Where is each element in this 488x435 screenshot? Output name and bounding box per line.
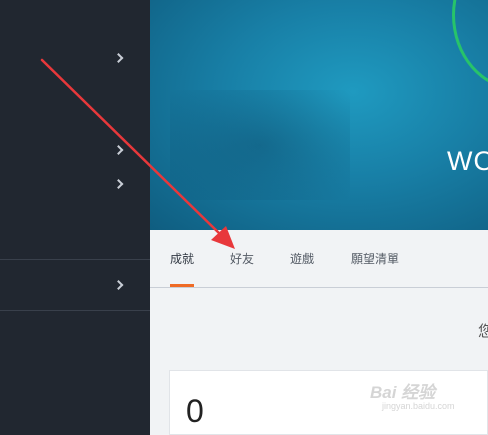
profile-banner: WO <box>150 0 488 230</box>
sidebar-item-2[interactable] <box>0 133 150 167</box>
stat-value: 0 <box>186 393 204 429</box>
active-tab-indicator <box>170 284 194 287</box>
chevron-right-icon <box>113 53 124 63</box>
watermark-logo: Bai 经验 <box>370 383 436 402</box>
tab-wishlist[interactable]: 願望清單 <box>351 250 399 267</box>
chevron-right-icon <box>113 280 124 290</box>
watermark-url: jingyan.baidu.com <box>382 401 455 411</box>
banner-shading <box>170 90 350 200</box>
sidebar-divider <box>0 310 150 311</box>
app-window: WO 成就 好友 遊戲 願望清單 您 0 Bai 经验 jingyan.baid… <box>0 0 488 435</box>
tab-friends[interactable]: 好友 <box>230 250 254 267</box>
profile-tabs: 成就 好友 遊戲 願望清單 <box>150 230 488 288</box>
sidebar-divider <box>0 259 150 260</box>
sidebar-item-3[interactable] <box>0 167 150 201</box>
sidebar <box>0 0 150 435</box>
tab-achievements[interactable]: 成就 <box>170 250 194 267</box>
chevron-right-icon <box>113 179 124 189</box>
sidebar-item-1[interactable] <box>0 41 150 75</box>
avatar-ring[interactable] <box>452 0 488 90</box>
side-note: 您 <box>478 322 488 340</box>
sidebar-item-4[interactable] <box>0 268 150 302</box>
tab-games[interactable]: 遊戲 <box>290 250 314 267</box>
chevron-right-icon <box>113 145 124 155</box>
profile-name: WO <box>447 146 488 176</box>
